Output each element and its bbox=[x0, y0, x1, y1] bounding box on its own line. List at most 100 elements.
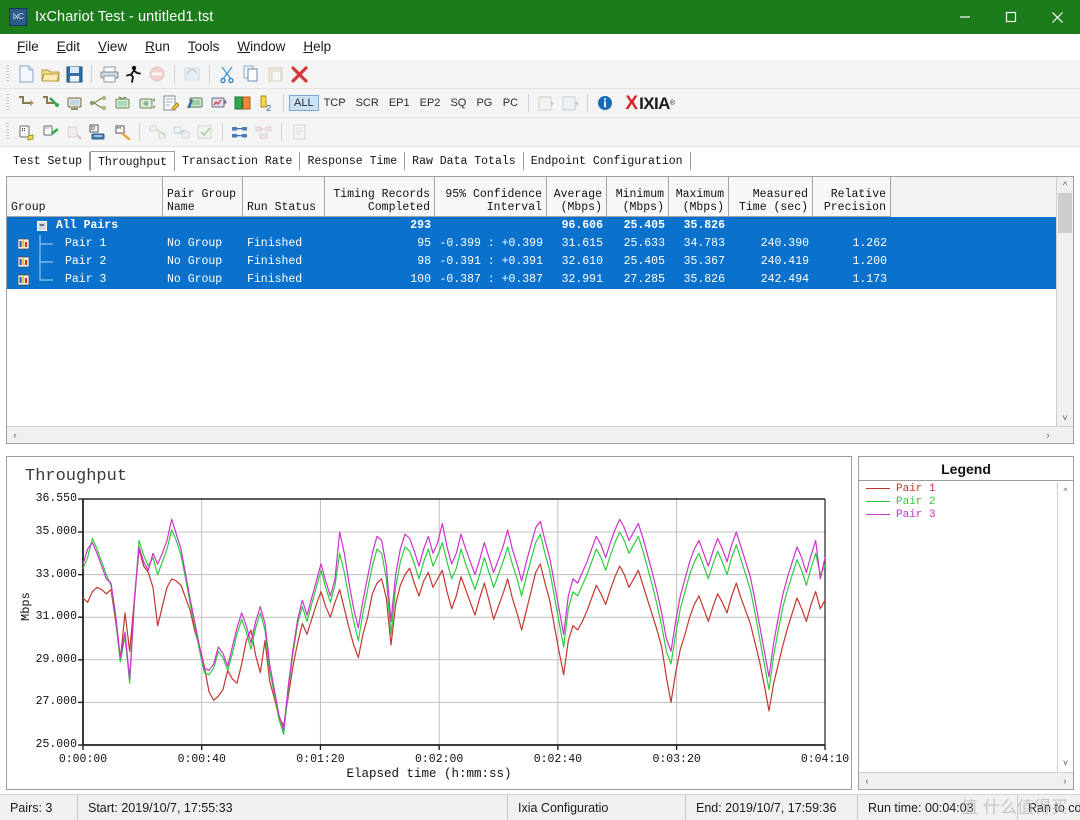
add-pair-wizard-icon[interactable] bbox=[38, 92, 62, 115]
column-header-group[interactable]: Group bbox=[7, 177, 163, 217]
open-folder-icon[interactable] bbox=[38, 63, 62, 86]
filter-button-tcp[interactable]: TCP bbox=[319, 95, 351, 111]
info-icon[interactable] bbox=[593, 92, 617, 115]
legend-scroll-up-icon[interactable]: ^ bbox=[1058, 484, 1073, 498]
close-icon[interactable] bbox=[1034, 0, 1080, 34]
table-horizontal-scrollbar[interactable]: ‹ › bbox=[7, 426, 1073, 443]
toolbar-separator bbox=[528, 94, 530, 112]
column-header-minimum[interactable]: Minimum (Mbps) bbox=[607, 177, 669, 217]
window-titlebar: IxC IxChariot Test - untitled1.tst bbox=[0, 0, 1080, 34]
hardware-pair-icon[interactable] bbox=[182, 92, 206, 115]
cell-measured-time: 242.494 bbox=[760, 273, 809, 286]
column-header-run-status[interactable]: Run Status bbox=[243, 177, 325, 217]
toolbar-grip[interactable] bbox=[6, 94, 9, 112]
table-vscroll-thumb[interactable] bbox=[1058, 193, 1072, 233]
filter-button-sq[interactable]: SQ bbox=[445, 95, 471, 111]
table-row[interactable]: Pair 1 No Group Finished 95 -0.399 : +0.399 3… bbox=[7, 235, 1073, 253]
filter-button-pc[interactable]: PC bbox=[497, 95, 523, 111]
add-multicast-pair-icon[interactable] bbox=[86, 92, 110, 115]
toolbar-separator bbox=[222, 123, 223, 141]
align-icon[interactable] bbox=[228, 121, 252, 144]
cell-relative-precision: 1.200 bbox=[852, 255, 887, 268]
scroll-right-icon[interactable]: › bbox=[1040, 427, 1056, 443]
cell-average-mbps: 32.610 bbox=[561, 255, 603, 268]
filter-button-ep2[interactable]: EP2 bbox=[415, 95, 446, 111]
filter-button-ep1[interactable]: EP1 bbox=[384, 95, 415, 111]
menu-item-view[interactable]: View bbox=[89, 36, 136, 57]
add-vod-pair-icon[interactable] bbox=[110, 92, 134, 115]
column-header-pair-group[interactable]: Pair Group Name bbox=[163, 177, 243, 217]
menu-item-tools[interactable]: Tools bbox=[179, 36, 229, 57]
add-voip-pair-icon[interactable] bbox=[134, 92, 158, 115]
menu-item-help[interactable]: Help bbox=[294, 36, 340, 57]
table-row[interactable]: Pair 2 No Group Finished 98 -0.391 : +0.391 3… bbox=[7, 253, 1073, 271]
tab-test-setup[interactable]: Test Setup bbox=[6, 152, 91, 170]
column-header-maximum[interactable]: Maximum (Mbps) bbox=[669, 177, 729, 217]
menu-item-edit[interactable]: Edit bbox=[48, 36, 89, 57]
swap-endpoints-icon bbox=[169, 121, 193, 144]
tab-throughput[interactable]: Throughput bbox=[90, 151, 176, 171]
column-header-measured[interactable]: Measured Time (sec) bbox=[729, 177, 813, 217]
legend-item[interactable]: Pair 2 bbox=[859, 495, 1073, 508]
menu-item-file[interactable]: File bbox=[8, 36, 48, 57]
legend-label: Pair 2 bbox=[896, 495, 936, 508]
group-pairs-icon[interactable] bbox=[86, 121, 110, 144]
table-row[interactable]: Pair 3 No Group Finished 100 -0.387 : +0.387… bbox=[7, 271, 1073, 289]
scroll-left-icon[interactable]: ‹ bbox=[7, 427, 23, 443]
new-document-icon[interactable] bbox=[14, 63, 38, 86]
legend-item[interactable]: Pair 1 bbox=[859, 482, 1073, 495]
ungroup-pairs-icon[interactable] bbox=[110, 121, 134, 144]
copy-pages-icon[interactable] bbox=[239, 63, 263, 86]
toolbar-grip[interactable] bbox=[6, 123, 9, 141]
minimize-icon[interactable] bbox=[942, 0, 988, 34]
toolbar-grip[interactable] bbox=[6, 65, 9, 83]
add-pair-icon[interactable] bbox=[14, 92, 38, 115]
tab-response-time[interactable]: Response Time bbox=[300, 152, 406, 170]
run-test-icon[interactable] bbox=[121, 63, 145, 86]
legend-scroll-right-icon[interactable]: › bbox=[1057, 773, 1073, 789]
scroll-down-icon[interactable]: ˅ bbox=[1057, 410, 1073, 426]
cell-confidence-interval: -0.391 : +0.391 bbox=[439, 255, 543, 268]
expander-collapse-icon[interactable]: − bbox=[37, 221, 47, 231]
legend-label: Pair 3 bbox=[896, 508, 936, 521]
tab-transaction-rate[interactable]: Transaction Rate bbox=[175, 152, 301, 170]
filter-button-all[interactable]: ALL bbox=[289, 95, 319, 111]
filter-button-scr[interactable]: SCR bbox=[351, 95, 384, 111]
column-header-timing-records[interactable]: Timing Records Completed bbox=[325, 177, 435, 217]
scroll-up-icon[interactable]: ^ bbox=[1057, 177, 1073, 193]
run-group-icon[interactable] bbox=[38, 121, 62, 144]
filter-button-pg[interactable]: PG bbox=[471, 95, 497, 111]
legend-items: Pair 1 Pair 2 Pair 3 bbox=[859, 482, 1073, 772]
cut-scissors-icon[interactable] bbox=[215, 63, 239, 86]
legend-scroll-left-icon[interactable]: ‹ bbox=[859, 773, 875, 789]
legend-scroll-down-icon[interactable]: ˅ bbox=[1058, 756, 1073, 770]
legend-item[interactable]: Pair 3 bbox=[859, 508, 1073, 521]
cell-measured-time: 240.390 bbox=[760, 237, 809, 250]
maximize-icon[interactable] bbox=[988, 0, 1034, 34]
cell-timing-records: 100 bbox=[410, 273, 431, 286]
toolbar-pairs: 2 ALL TCP SCR EP1 EP2 SQ PG PC X IXIA ® bbox=[0, 89, 1080, 118]
menu-item-run[interactable]: Run bbox=[136, 36, 179, 57]
tab-endpoint-configuration[interactable]: Endpoint Configuration bbox=[524, 152, 691, 170]
legend-vertical-scrollbar[interactable]: ^ ˅ bbox=[1057, 482, 1073, 772]
duplicate-pair-icon[interactable]: 2 bbox=[254, 92, 278, 115]
ixia-wordmark: IXIA bbox=[639, 93, 670, 113]
print-icon[interactable] bbox=[97, 63, 121, 86]
cell-minimum-mbps: 25.405 bbox=[623, 255, 665, 268]
table-header-row: Group Pair Group Name Run Status Timing Reco… bbox=[7, 177, 1073, 217]
table-row[interactable]: − All Pairs 293 96.606 25.405 35.826 bbox=[7, 217, 1073, 235]
edit-script-icon[interactable] bbox=[158, 92, 182, 115]
menu-item-window[interactable]: Window bbox=[228, 36, 294, 57]
legend-horizontal-scrollbar[interactable]: ‹ › bbox=[859, 772, 1073, 789]
tab-raw-data-totals[interactable]: Raw Data Totals bbox=[405, 152, 524, 170]
table-vertical-scrollbar[interactable]: ^ ˅ bbox=[1056, 177, 1073, 426]
setup-group-icon[interactable] bbox=[14, 121, 38, 144]
pair-compare-icon[interactable] bbox=[230, 92, 254, 115]
add-endpoint-pair-icon[interactable] bbox=[62, 92, 86, 115]
column-header-average[interactable]: Average (Mbps) bbox=[547, 177, 607, 217]
delete-x-icon[interactable] bbox=[287, 63, 311, 86]
hardware-performance-icon[interactable] bbox=[206, 92, 230, 115]
column-header-95-confidence[interactable]: 95% Confidence Interval bbox=[435, 177, 547, 217]
save-disk-icon[interactable] bbox=[62, 63, 86, 86]
column-header-relative[interactable]: Relative Precision bbox=[813, 177, 891, 217]
